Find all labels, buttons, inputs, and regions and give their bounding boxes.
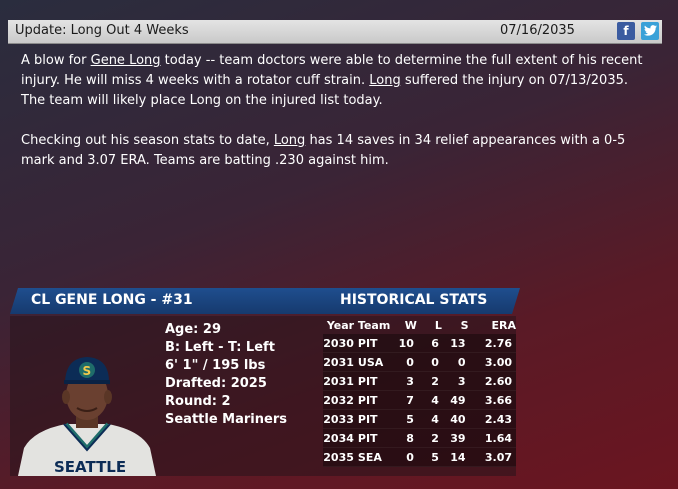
article-body: A blow for Gene Long today -- team docto… bbox=[21, 51, 651, 191]
player-portrait: SEATTLE S bbox=[14, 350, 160, 476]
stats-cell: 2031 bbox=[323, 371, 358, 391]
stats-cell: 10 bbox=[390, 334, 417, 353]
player-height-weight: 6' 1" / 195 lbs bbox=[165, 358, 266, 373]
stats-cell: PIT bbox=[357, 371, 391, 391]
stats-cell: 2032 bbox=[323, 390, 358, 410]
stats-cell: 2 bbox=[416, 428, 442, 448]
stats-cell: 5 bbox=[390, 409, 417, 429]
player-link-long-2[interactable]: Long bbox=[274, 133, 305, 148]
twitter-share-icon[interactable] bbox=[641, 22, 659, 40]
stats-cell: 2.43 bbox=[468, 409, 516, 429]
stats-cell: 3.00 bbox=[468, 352, 516, 372]
col-l: L bbox=[434, 319, 442, 332]
stats-cell: 40 bbox=[441, 409, 469, 429]
stats-cell: PIT bbox=[357, 428, 391, 448]
stats-cell: 13 bbox=[441, 334, 469, 353]
stats-cell: 8 bbox=[390, 428, 417, 448]
stats-cell: 3.66 bbox=[468, 390, 516, 410]
stats-cell: 3 bbox=[390, 371, 417, 391]
stats-cell: 2 bbox=[416, 371, 442, 391]
stats-cell: 0 bbox=[416, 352, 442, 372]
stats-row: 2034 PIT 8 2 39 1.64 bbox=[323, 428, 516, 448]
stats-cell: 0 bbox=[390, 352, 417, 372]
player-name-header[interactable]: CL GENE LONG - #31 bbox=[31, 292, 193, 308]
stats-header-row: Year Team W L S ERA bbox=[323, 317, 516, 334]
stats-cell: 14 bbox=[441, 447, 469, 467]
player-age: Age: 29 bbox=[165, 322, 221, 337]
col-era: ERA bbox=[491, 319, 517, 332]
update-header-bar: Update: Long Out 4 Weeks 07/16/2035 f bbox=[8, 20, 662, 44]
cap-logo: S bbox=[83, 364, 92, 378]
historical-stats-header: HISTORICAL STATS bbox=[340, 292, 488, 308]
stats-row: 2033 PIT 5 4 40 2.43 bbox=[323, 409, 516, 429]
article-paragraph-1: A blow for Gene Long today -- team docto… bbox=[21, 53, 643, 108]
stats-row: 2032 PIT 7 4 49 3.66 bbox=[323, 390, 516, 410]
stats-cell: 2035 bbox=[323, 447, 358, 467]
player-link-long[interactable]: Long bbox=[369, 73, 400, 88]
player-bats-throws: B: Left - T: Left bbox=[165, 340, 275, 355]
stats-cell: 2031 bbox=[323, 352, 358, 372]
stats-cell: PIT bbox=[357, 409, 391, 429]
stats-cell: 2030 bbox=[323, 334, 358, 353]
stats-cell: 4 bbox=[416, 390, 442, 410]
stats-row: 2030 PIT 10 6 13 2.76 bbox=[323, 334, 516, 353]
stats-cell: 49 bbox=[441, 390, 469, 410]
historical-stats-table: Year Team W L S ERA 2030 PIT 10 6 13 2.76 2031… bbox=[323, 317, 516, 467]
col-s: S bbox=[460, 319, 469, 332]
col-w: W bbox=[404, 319, 417, 332]
player-link-gene-long[interactable]: Gene Long bbox=[91, 53, 161, 68]
stats-cell: 7 bbox=[390, 390, 417, 410]
stats-cell: 0 bbox=[390, 447, 417, 467]
article-paragraph-2: Checking out his season stats to date, L… bbox=[21, 133, 626, 168]
stats-cell: 0 bbox=[441, 352, 469, 372]
stats-cell: PIT bbox=[357, 390, 391, 410]
player-team[interactable]: Seattle Mariners bbox=[165, 411, 287, 429]
stats-cell: PIT bbox=[357, 334, 391, 353]
stats-row: 2031 USA 0 0 0 3.00 bbox=[323, 352, 516, 372]
stats-cell: 2034 bbox=[323, 428, 358, 448]
stats-cell: 3.07 bbox=[468, 447, 516, 467]
stats-cell: 3 bbox=[441, 371, 469, 391]
player-card-body: SEATTLE S Age: 29 B: Left - T: Left 6' 1… bbox=[10, 316, 516, 476]
stats-row: 2035 SEA 0 5 14 3.07 bbox=[323, 447, 516, 467]
col-team: Team bbox=[357, 319, 391, 332]
player-card-header: CL GENE LONG - #31 HISTORICAL STATS bbox=[10, 288, 520, 314]
facebook-share-icon[interactable]: f bbox=[617, 22, 635, 40]
stats-cell: 39 bbox=[441, 428, 469, 448]
stats-cell: 1.64 bbox=[468, 428, 516, 448]
stats-cell: SEA bbox=[357, 447, 391, 467]
stats-cell: 6 bbox=[416, 334, 442, 353]
player-draft-round: Round: 2 bbox=[165, 394, 231, 409]
stats-cell: 2033 bbox=[323, 409, 358, 429]
jersey-text: SEATTLE bbox=[54, 458, 126, 476]
stats-cell: 2.60 bbox=[468, 371, 516, 391]
player-drafted: Drafted: 2025 bbox=[165, 376, 267, 391]
player-card: CL GENE LONG - #31 HISTORICAL STATS SEAT… bbox=[10, 288, 520, 476]
update-title: Update: Long Out 4 Weeks bbox=[15, 23, 189, 38]
stats-row: 2031 PIT 3 2 3 2.60 bbox=[323, 371, 516, 391]
player-bio: Age: 29 B: Left - T: Left 6' 1" / 195 lb… bbox=[165, 321, 287, 429]
stats-cell: USA bbox=[357, 352, 391, 372]
stats-cell: 4 bbox=[416, 409, 442, 429]
stats-cell: 5 bbox=[416, 447, 442, 467]
stats-cell: 2.76 bbox=[468, 334, 516, 353]
col-year: Year bbox=[326, 319, 355, 332]
update-date: 07/16/2035 bbox=[500, 23, 575, 38]
